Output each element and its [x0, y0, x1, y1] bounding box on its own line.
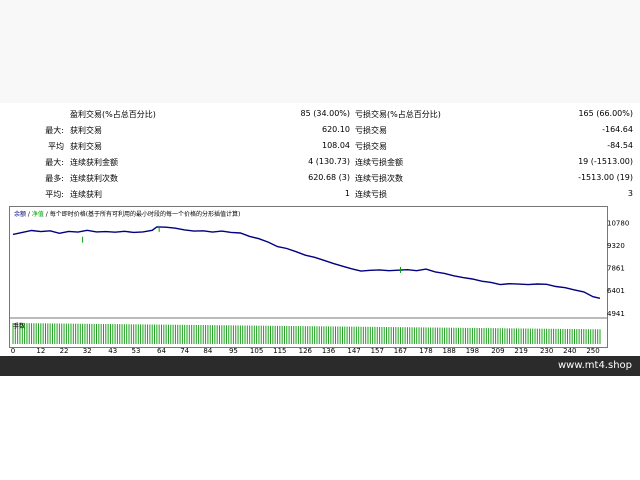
x-tick-label: 84	[203, 347, 212, 355]
x-tick-label: 74	[180, 347, 189, 355]
x-tick-label: 250	[586, 347, 599, 355]
x-tick-label: 32	[83, 347, 92, 355]
chart-plot-svg: 10780 9320 7861 6401 4941 0 12 22 32 43 53 64 74 84 95…	[9, 219, 629, 355]
y-tick-label: 10780	[607, 219, 629, 227]
x-tick-label: 219	[514, 347, 527, 355]
site-link[interactable]: www.mt4.shop	[558, 360, 632, 371]
x-tick-label: 136	[322, 347, 336, 355]
x-tick-label: 209	[491, 347, 504, 355]
x-tick-label: 147	[347, 347, 360, 355]
footer-bar: www.mt4.shop	[0, 356, 640, 376]
x-tick-label: 0	[11, 347, 15, 355]
x-tick-label: 12	[36, 347, 45, 355]
x-tick-label: 22	[60, 347, 69, 355]
x-tick-label: 115	[273, 347, 286, 355]
y-tick-label: 9320	[607, 242, 625, 250]
x-tick-label: 43	[108, 347, 117, 355]
x-tick-label: 126	[299, 347, 313, 355]
x-tick-label: 178	[419, 347, 432, 355]
y-tick-label: 4941	[607, 310, 625, 318]
x-tick-label: 64	[157, 347, 166, 355]
x-tick-label: 157	[371, 347, 384, 355]
x-tick-label: 198	[466, 347, 479, 355]
y-tick-label: 7861	[607, 265, 625, 273]
x-tick-label: 188	[443, 347, 456, 355]
x-tick-label: 95	[229, 347, 238, 355]
volume-label: 手数	[13, 323, 26, 330]
x-tick-label: 240	[563, 347, 576, 355]
x-tick-label: 105	[250, 347, 263, 355]
balance-line	[12, 226, 601, 299]
y-tick-label: 6401	[607, 287, 625, 295]
x-tick-label: 230	[540, 347, 553, 355]
x-tick-label: 53	[132, 347, 141, 355]
x-tick-label: 167	[394, 347, 407, 355]
